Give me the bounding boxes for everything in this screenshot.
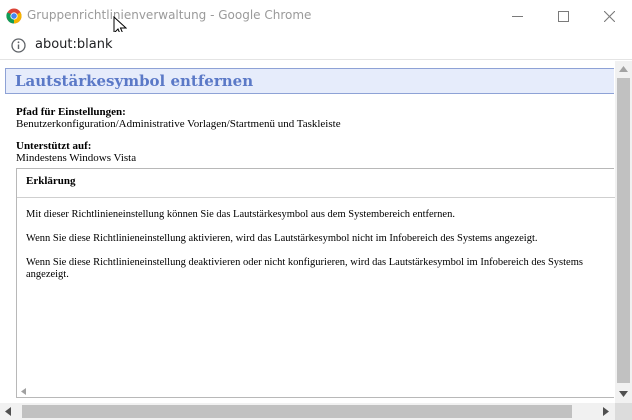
explanation-header: Erklärung xyxy=(17,169,615,198)
page-title: Lautstärkesymbol entfernen xyxy=(15,72,254,90)
policy-header: Lautstärkesymbol entfernen xyxy=(5,68,614,94)
scrollbar-corner xyxy=(615,403,632,420)
explanation-box: Erklärung Mit dieser Richtlinieneinstell… xyxy=(16,168,615,398)
path-value: Benutzerkonfiguration/Administrative Vor… xyxy=(16,118,341,130)
address-bar[interactable]: about:blank xyxy=(0,32,632,60)
window-titlebar[interactable]: Gruppenrichtlinienverwaltung - Google Ch… xyxy=(0,0,632,37)
chrome-logo-icon xyxy=(6,8,22,24)
scroll-down-icon[interactable] xyxy=(619,391,628,397)
explanation-paragraph: Wenn Sie diese Richtlinieneinstellung ak… xyxy=(26,233,538,244)
vertical-scroll-thumb[interactable] xyxy=(617,78,630,383)
info-icon[interactable] xyxy=(11,38,26,53)
horizontal-scroll-thumb[interactable] xyxy=(22,405,572,418)
close-icon xyxy=(603,10,615,22)
scroll-left-icon[interactable] xyxy=(21,388,26,395)
inner-horizontal-scrollbar[interactable] xyxy=(17,385,615,398)
explanation-title: Erklärung xyxy=(26,175,76,187)
scroll-right-icon[interactable] xyxy=(603,407,609,416)
horizontal-scrollbar[interactable] xyxy=(0,403,615,420)
supported-value: Mindestens Windows Vista xyxy=(16,152,137,164)
maximize-button[interactable] xyxy=(540,0,586,32)
minimize-button[interactable] xyxy=(494,0,540,32)
url-text[interactable]: about:blank xyxy=(35,37,113,52)
scroll-left-icon[interactable] xyxy=(5,407,11,416)
maximize-icon xyxy=(557,10,569,22)
supported-label: Unterstützt auf: xyxy=(16,140,92,152)
vertical-scrollbar[interactable] xyxy=(615,61,632,403)
window-title: Gruppenrichtlinienverwaltung - Google Ch… xyxy=(27,8,312,22)
minimize-icon xyxy=(511,15,523,17)
path-label: Pfad für Einstellungen: xyxy=(16,106,126,118)
scroll-up-icon[interactable] xyxy=(619,66,628,72)
explanation-paragraph: Wenn Sie diese Richtlinieneinstellung de… xyxy=(26,257,583,280)
close-button[interactable] xyxy=(586,0,632,32)
explanation-paragraph: Mit dieser Richtlinieneinstellung können… xyxy=(26,209,455,220)
page-viewport: Lautstärkesymbol entfernen Pfad für Eins… xyxy=(0,61,632,420)
